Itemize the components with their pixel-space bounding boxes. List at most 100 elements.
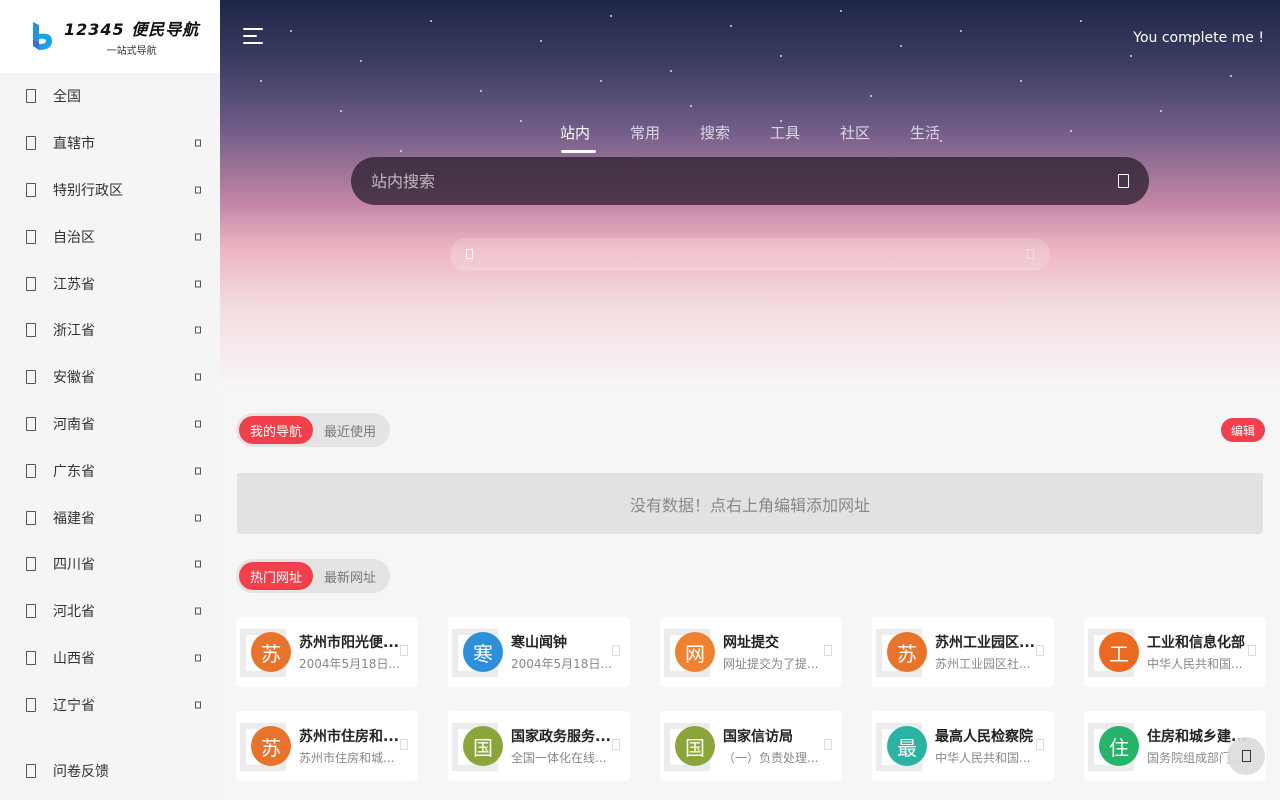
- sidebar-item[interactable]: 四川省: [0, 541, 220, 588]
- open-link-icon[interactable]: [1036, 645, 1044, 656]
- search-tab[interactable]: 社区: [820, 122, 890, 151]
- open-link-icon[interactable]: [400, 645, 408, 656]
- region-icon: [26, 697, 36, 712]
- sidebar-item-label: 特别行政区: [53, 182, 123, 199]
- sidebar: 12345 便民导航 一站式导航 全国 直辖市特别行政区自治区 江苏省浙江省安徽省河…: [0, 0, 220, 800]
- site-badge: 寒: [463, 632, 503, 672]
- site-logo[interactable]: 12345 便民导航 一站式导航: [0, 0, 220, 73]
- sidebar-item-label: 安徽省: [53, 370, 95, 387]
- star-decoration: [520, 120, 522, 122]
- chevron-right-icon: [195, 701, 201, 709]
- site-name: 苏州市阳光便...: [299, 635, 399, 651]
- my-nav-tabs: 我的导航 最近使用: [236, 413, 391, 447]
- open-link-icon[interactable]: [1036, 739, 1044, 750]
- site-card[interactable]: 苏苏州市住房和... 苏州市住房和城...: [236, 711, 418, 781]
- sidebar-nav: 全国 直辖市特别行政区自治区 江苏省浙江省安徽省河南省广东省 福建省 四川省 河北省山西省…: [0, 73, 220, 728]
- sidebar-item[interactable]: 特别行政区: [0, 167, 220, 214]
- header-slogan: You complete me !: [1133, 30, 1264, 46]
- search-suggestion-bar[interactable]: [450, 238, 1050, 271]
- site-card[interactable]: 苏苏州市阳光便... 2004年5月18日...: [236, 617, 418, 687]
- sidebar-item[interactable]: 全国: [0, 73, 220, 120]
- open-link-icon[interactable]: [1248, 645, 1256, 656]
- tab-new-sites[interactable]: 最新网址: [313, 562, 387, 590]
- site-badge: 住: [1099, 726, 1139, 766]
- search-tab[interactable]: 生活: [890, 122, 960, 151]
- chevron-right-icon: [195, 654, 201, 662]
- edit-button[interactable]: 编辑: [1221, 418, 1265, 442]
- site-badge: 最: [887, 726, 927, 766]
- star-decoration: [540, 40, 542, 42]
- back-to-top-button[interactable]: [1227, 737, 1265, 775]
- chevron-right-icon: [195, 233, 201, 241]
- sidebar-item[interactable]: 福建省: [0, 494, 220, 541]
- sidebar-item-feedback[interactable]: 问卷反馈: [0, 748, 220, 795]
- region-icon: [26, 510, 36, 525]
- sidebar-item[interactable]: 广东省: [0, 447, 220, 494]
- open-link-icon[interactable]: [612, 739, 620, 750]
- tab-my-nav[interactable]: 我的导航: [239, 416, 314, 444]
- chevron-right-icon: [195, 560, 201, 568]
- region-icon: [26, 182, 36, 197]
- site-card[interactable]: 国国家信访局 （一）负责处理...: [660, 711, 842, 781]
- star-decoration: [290, 30, 292, 32]
- region-icon: [26, 463, 36, 478]
- tab-hot-sites[interactable]: 热门网址: [239, 562, 314, 590]
- site-card[interactable]: 寒寒山闻钟 2004年5月18日...: [448, 617, 630, 687]
- site-card[interactable]: 国国家政务服务... 全国一体化在线...: [448, 711, 630, 781]
- sidebar-item[interactable]: 河北省: [0, 588, 220, 635]
- search-input[interactable]: [371, 171, 1118, 191]
- search-tab[interactable]: 工具: [750, 122, 820, 151]
- chevron-right-icon: [195, 420, 201, 428]
- site-desc: 全国一体化在线...: [511, 751, 607, 765]
- refresh-icon[interactable]: [1027, 249, 1034, 259]
- sidebar-item-label: 河南省: [53, 416, 95, 433]
- region-icon: [26, 136, 36, 151]
- site-badge: 工: [1099, 632, 1139, 672]
- site-card[interactable]: 最最高人民检察院 中华人民共和国...: [872, 711, 1054, 781]
- sidebar-item-label: 山西省: [53, 650, 95, 667]
- site-desc: 中华人民共和国...: [935, 751, 1031, 765]
- chevron-right-icon: [195, 373, 201, 381]
- search-tab[interactable]: 搜索: [680, 122, 750, 151]
- open-link-icon[interactable]: [824, 645, 832, 656]
- open-link-icon[interactable]: [612, 645, 620, 656]
- site-card[interactable]: 苏苏州工业园区... 苏州工业园区社...: [872, 617, 1054, 687]
- region-icon: [26, 370, 36, 385]
- sidebar-item[interactable]: 自治区: [0, 213, 220, 260]
- sidebar-item[interactable]: 安徽省: [0, 354, 220, 401]
- menu-toggle-icon[interactable]: [243, 28, 265, 46]
- tab-recent[interactable]: 最近使用: [313, 416, 387, 444]
- empty-state: 没有数据！点右上角编辑添加网址: [237, 473, 1263, 534]
- star-decoration: [1160, 110, 1162, 112]
- open-link-icon[interactable]: [400, 739, 408, 750]
- logo-subtitle: 一站式导航: [106, 46, 157, 57]
- site-desc: 2004年5月18日...: [511, 657, 612, 671]
- sidebar-item-label: 浙江省: [53, 323, 95, 340]
- site-name: 苏州市住房和...: [299, 729, 399, 745]
- search-bar: [351, 157, 1149, 205]
- star-decoration: [960, 30, 962, 32]
- site-desc: 2004年5月18日...: [299, 657, 400, 671]
- star-decoration: [340, 110, 342, 112]
- hero-banner: You complete me ! 站内 常用 搜索 工具 社区 生活: [220, 0, 1280, 390]
- open-link-icon[interactable]: [824, 739, 832, 750]
- site-desc: 苏州市住房和城...: [299, 751, 395, 765]
- star-decoration: [670, 70, 672, 72]
- sidebar-item[interactable]: 辽宁省: [0, 681, 220, 728]
- star-decoration: [430, 20, 432, 22]
- site-card[interactable]: 工工业和信息化部 中华人民共和国...: [1084, 617, 1266, 687]
- search-icon[interactable]: [1118, 174, 1129, 188]
- sidebar-item[interactable]: 山西省: [0, 635, 220, 682]
- sidebar-item[interactable]: 浙江省: [0, 307, 220, 354]
- region-icon: [26, 323, 36, 338]
- sidebar-item[interactable]: 江苏省: [0, 260, 220, 307]
- site-card[interactable]: 网网址提交 网址提交为了提...: [660, 617, 842, 687]
- sidebar-item[interactable]: 河南省: [0, 401, 220, 448]
- site-desc: 中华人民共和国...: [1147, 657, 1243, 671]
- sidebar-item[interactable]: 直辖市: [0, 120, 220, 167]
- star-decoration: [1130, 55, 1132, 57]
- search-tab[interactable]: 站内: [540, 122, 610, 153]
- search-tab[interactable]: 常用: [610, 122, 680, 151]
- chevron-right-icon: [195, 607, 201, 615]
- hot-icon: [466, 249, 473, 259]
